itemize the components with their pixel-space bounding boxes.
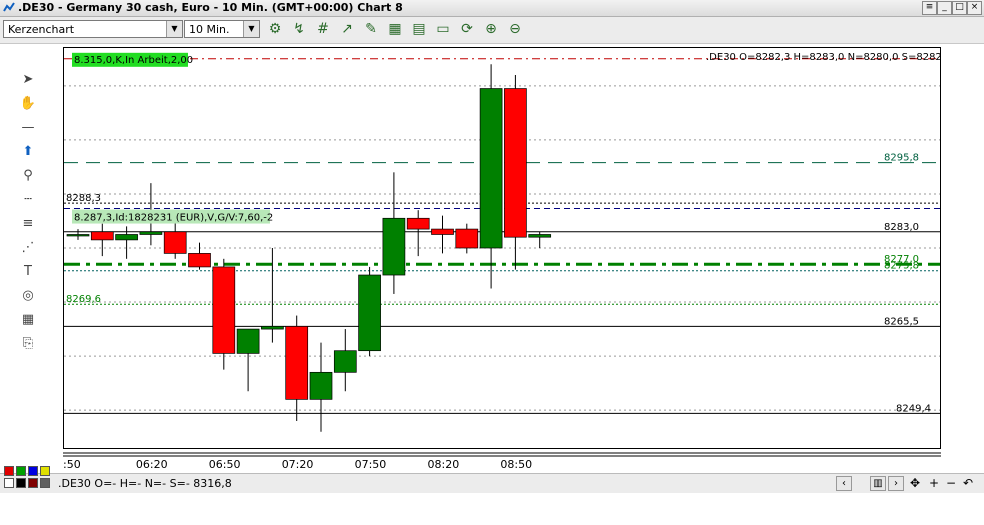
minimize-button[interactable]: _ bbox=[937, 1, 952, 15]
color-swatch[interactable] bbox=[4, 478, 14, 488]
color-swatch[interactable] bbox=[16, 466, 26, 476]
scroll-left-button[interactable]: ‹ bbox=[836, 476, 852, 491]
fib-icon[interactable]: ≡ bbox=[18, 216, 38, 234]
level-label: 8249,4 bbox=[896, 403, 931, 414]
grid-icon[interactable]: # bbox=[314, 21, 332, 39]
x-tick-label: 08:20 bbox=[428, 458, 460, 471]
candle-body[interactable] bbox=[163, 231, 187, 254]
move-icon[interactable]: ✥ bbox=[910, 476, 920, 490]
x-tick-label: :50 bbox=[63, 458, 81, 471]
zoom-out-icon[interactable]: − bbox=[946, 476, 956, 490]
interval-value: 10 Min. bbox=[189, 23, 230, 36]
zoom-out-icon[interactable]: ⊖ bbox=[506, 21, 524, 39]
quote-header: .DE30 O=8282,3 H=8283,0 N=8280,0 S=8282,… bbox=[706, 52, 940, 63]
close-button[interactable]: × bbox=[967, 1, 982, 15]
scroll-page-button[interactable]: ▥ bbox=[870, 476, 886, 491]
color-swatch[interactable] bbox=[40, 466, 50, 476]
x-tick-label: 06:20 bbox=[136, 458, 168, 471]
x-axis: :50 06:20 06:50 07:20 07:50 08:20 08:50 bbox=[63, 452, 941, 471]
candle-body[interactable] bbox=[261, 326, 284, 330]
extra-button[interactable]: ≡ bbox=[922, 1, 937, 15]
calculator-icon[interactable]: ▦ bbox=[18, 312, 38, 330]
drawing-tools: ➤ ✋ — ⬆ ⚲ ┄ ≡ ⋰ T ◎ ▦ ⎘ bbox=[0, 44, 58, 464]
interval-select[interactable]: 10 Min. ▼ bbox=[184, 20, 260, 38]
export-icon[interactable]: ⎘ bbox=[18, 336, 38, 354]
status-quote: .DE30 O=- H=- N=- S=- 8316,8 bbox=[58, 477, 232, 490]
level-label: 8269,6 bbox=[66, 294, 101, 305]
candle-body[interactable] bbox=[236, 328, 260, 354]
level-label: 8283,0 bbox=[884, 222, 919, 233]
toolbar: Kerzenchart ▼ 10 Min. ▼ ⚙ ↯ # ↗ ✎ ▦ ▤ ▭ ⟳ ⊕ ⊖ bbox=[0, 17, 984, 44]
zoom-in-icon[interactable]: ⊕ bbox=[482, 21, 500, 39]
x-tick-label: 07:20 bbox=[282, 458, 314, 471]
candle-body[interactable] bbox=[188, 253, 211, 268]
color-swatch[interactable] bbox=[28, 466, 38, 476]
candle-settings-icon[interactable]: ⚙ bbox=[266, 21, 284, 39]
level-label: 8288,3 bbox=[66, 193, 101, 204]
candle-body[interactable] bbox=[212, 266, 236, 354]
chart-area[interactable]: 8250,08260,08270,08280,08290,08300,08310… bbox=[63, 47, 941, 449]
app-icon bbox=[3, 2, 15, 12]
color-swatch[interactable] bbox=[4, 466, 14, 476]
window-title: .DE30 - Germany 30 cash, Euro - 10 Min. … bbox=[18, 1, 403, 14]
reset-zoom-icon[interactable]: ↶ bbox=[963, 476, 973, 490]
scroll-right-button[interactable]: › bbox=[888, 476, 904, 491]
edit-icon[interactable]: ✎ bbox=[362, 21, 380, 39]
candle-body[interactable] bbox=[479, 88, 503, 249]
chart-type-value: Kerzenchart bbox=[8, 23, 75, 36]
channel-icon[interactable]: ⋰ bbox=[18, 240, 38, 258]
text-icon[interactable]: T bbox=[18, 264, 38, 282]
level-label: 8265,5 bbox=[884, 316, 919, 327]
chevron-down-icon[interactable]: ▼ bbox=[243, 21, 259, 37]
level-label: 8295,8 bbox=[884, 153, 919, 164]
order-label: 8.315,0,K,In Arbeit,2,00 bbox=[74, 55, 193, 66]
hand-icon[interactable]: ✋ bbox=[18, 96, 38, 114]
candle-body[interactable] bbox=[406, 217, 430, 230]
candle-body[interactable] bbox=[309, 371, 333, 400]
color-swatch[interactable] bbox=[28, 478, 38, 488]
candle-body[interactable] bbox=[115, 234, 138, 241]
candle-body[interactable] bbox=[66, 234, 90, 237]
chevron-down-icon[interactable]: ▼ bbox=[166, 21, 182, 37]
candle-body[interactable] bbox=[358, 274, 381, 352]
print-icon[interactable]: ▭ bbox=[434, 21, 452, 39]
x-tick-label: 08:50 bbox=[500, 458, 532, 471]
refresh-icon[interactable]: ⟳ bbox=[458, 21, 476, 39]
candle-body[interactable] bbox=[431, 228, 454, 235]
color-swatch[interactable] bbox=[40, 478, 50, 488]
search-icon[interactable]: ⚲ bbox=[18, 168, 38, 186]
candle-body[interactable] bbox=[455, 228, 479, 249]
cursor-icon[interactable]: ➤ bbox=[18, 72, 38, 90]
chart-type-select[interactable]: Kerzenchart ▼ bbox=[3, 20, 183, 38]
arrow-icon[interactable]: ⬆ bbox=[18, 144, 38, 162]
candle-body[interactable] bbox=[333, 350, 357, 373]
status-bar: .DE30 O=- H=- N=- S=- 8316,8 ‹ ▥ › ✥ + −… bbox=[0, 473, 984, 493]
measure-icon[interactable]: ┄ bbox=[18, 192, 38, 210]
chart-line-icon[interactable]: ↗ bbox=[338, 21, 356, 39]
zoom-in-icon[interactable]: + bbox=[929, 476, 939, 490]
overlay-icon[interactable]: ▦ bbox=[386, 21, 404, 39]
candle-body[interactable] bbox=[382, 217, 406, 276]
restore-button[interactable]: □ bbox=[952, 1, 967, 15]
line-icon[interactable]: — bbox=[18, 120, 38, 138]
camera-icon[interactable]: ◎ bbox=[18, 288, 38, 306]
x-tick-label: 07:50 bbox=[355, 458, 387, 471]
candlestick-chart[interactable]: 8250,08260,08270,08280,08290,08300,08310… bbox=[64, 48, 940, 448]
order-label: 8.287,3,Id:1828231 (EUR),V,G/V:7,60,-2 bbox=[74, 213, 273, 224]
page-icon[interactable]: ▤ bbox=[410, 21, 428, 39]
x-tick-label: 06:50 bbox=[209, 458, 241, 471]
color-swatch[interactable] bbox=[16, 478, 26, 488]
title-bar: .DE30 - Germany 30 cash, Euro - 10 Min. … bbox=[0, 0, 984, 17]
indicator-icon[interactable]: ↯ bbox=[290, 21, 308, 39]
candle-body[interactable] bbox=[504, 88, 527, 238]
level-label: 8275,8 bbox=[884, 261, 919, 272]
candle-body[interactable] bbox=[528, 234, 552, 238]
candle-body[interactable] bbox=[285, 326, 309, 400]
candle-body[interactable] bbox=[90, 231, 114, 241]
candle-body[interactable] bbox=[139, 231, 163, 235]
